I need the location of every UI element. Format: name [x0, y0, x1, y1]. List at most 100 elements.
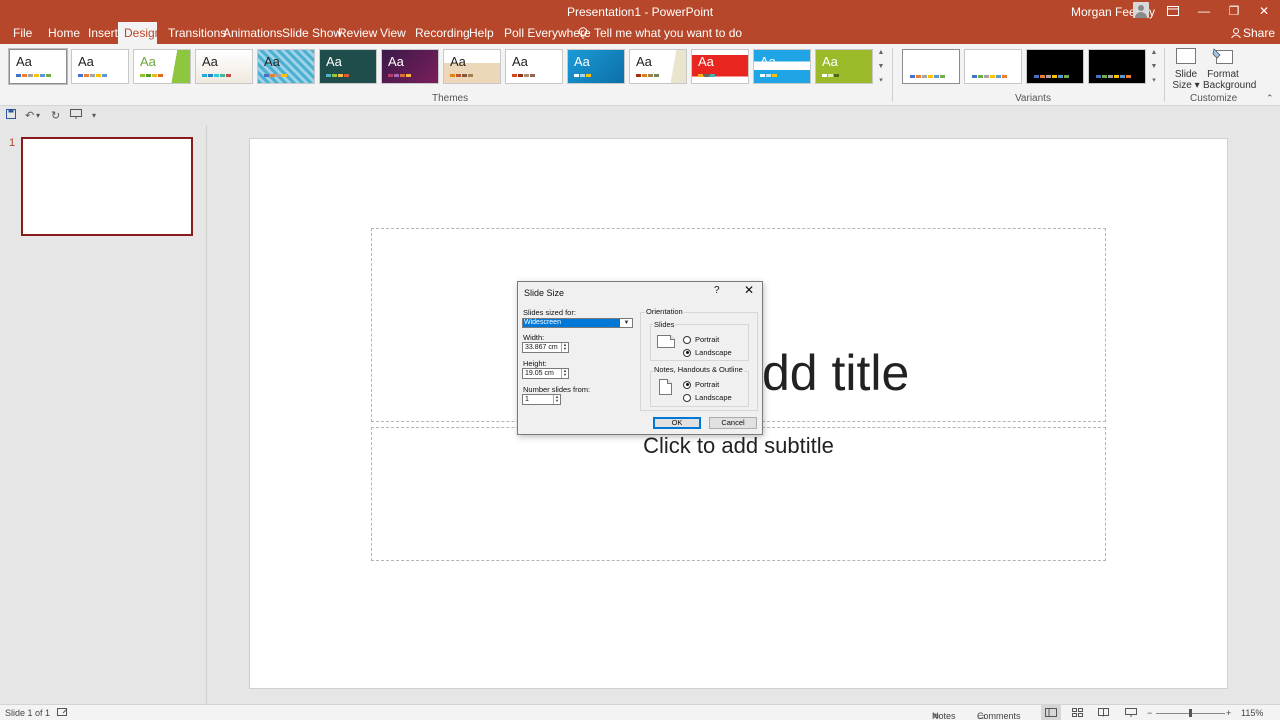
theme-facet[interactable]: Aa [133, 49, 191, 84]
title-bar: Presentation1 - PowerPoint Morgan Feeney… [0, 0, 1280, 44]
slides-landscape-option[interactable]: Landscape [683, 348, 732, 357]
theme-savon[interactable]: Aa [629, 49, 687, 84]
subtitle-placeholder[interactable]: Click to add subtitle [371, 427, 1106, 561]
zoom-out-icon[interactable]: − [1147, 708, 1152, 718]
variant-1[interactable] [902, 49, 960, 84]
theme-wisp[interactable]: Aa [567, 49, 625, 84]
theme-ion-boardroom[interactable]: Aa [319, 49, 377, 84]
title-placeholder-text: dd title [762, 345, 910, 401]
collapse-ribbon-icon[interactable]: ⌃ [1266, 93, 1274, 104]
redo-icon[interactable]: ↻ [51, 109, 60, 122]
slides-portrait-radio[interactable] [683, 335, 691, 344]
slides-portrait-option[interactable]: Portrait [683, 335, 719, 344]
format-background-button[interactable]: Format Background [1203, 46, 1256, 91]
ribbon-display-icon [1167, 6, 1179, 16]
close-button[interactable]: ✕ [1249, 0, 1279, 22]
portrait-page-icon [659, 379, 672, 395]
close-icon: ✕ [1258, 4, 1270, 18]
themes-gallery-scroll[interactable]: ▲ ▼ ▾ [876, 49, 886, 84]
variant-4[interactable] [1088, 49, 1146, 84]
cancel-button[interactable]: Cancel [709, 417, 757, 429]
notes-portrait-option[interactable]: Portrait [683, 380, 719, 389]
tab-insert[interactable]: Insert [84, 22, 122, 44]
theme-ion[interactable]: Aa [257, 49, 315, 84]
variants-gallery-scroll[interactable]: ▲ ▼ ▾ [1149, 49, 1159, 84]
slides-sized-for-select[interactable]: Widescreen ▼ [522, 318, 633, 328]
zoom-level[interactable]: 115% [1241, 708, 1263, 718]
zoom-in-icon[interactable]: + [1226, 708, 1231, 718]
slide-sorter-icon[interactable] [1072, 708, 1083, 719]
theme-office-2[interactable]: Aa [71, 49, 129, 84]
slide-count: Slide 1 of 1 [5, 708, 51, 718]
undo-icon[interactable]: ↶ [25, 109, 34, 122]
slide-size-icon [1176, 48, 1196, 64]
notes-orientation-label: Notes, Handouts & Outline [653, 365, 744, 374]
tell-me-search[interactable]: Tell me what you want to do [578, 22, 742, 44]
format-background-icon [1212, 48, 1233, 64]
theme-office[interactable]: Aa [9, 49, 67, 84]
dialog-close-icon[interactable]: ✕ [741, 283, 757, 297]
dialog-title: Slide Size [524, 288, 565, 298]
ribbon-divider [892, 48, 893, 102]
theme-organic[interactable]: Aa [381, 49, 439, 84]
number-slides-from-value: 1 [525, 396, 529, 403]
customize-qat-icon[interactable]: ▾ [92, 111, 96, 120]
number-slides-from-spinner[interactable]: ▲ ▼ [553, 395, 560, 404]
slide-show-icon[interactable] [1125, 708, 1137, 719]
tab-design[interactable]: Design [118, 22, 161, 44]
tab-file[interactable]: File [9, 22, 36, 44]
tab-view[interactable]: View [376, 22, 410, 44]
ribbon-display-options-button[interactable] [1158, 0, 1188, 22]
notes-portrait-label: Portrait [695, 380, 720, 389]
slides-landscape-radio[interactable] [683, 348, 691, 357]
present-from-start-icon[interactable] [70, 109, 82, 122]
number-slides-from-field[interactable]: 1 ▲ ▼ [522, 394, 561, 405]
slides-orientation-label: Slides [653, 320, 676, 329]
accessibility-icon[interactable] [57, 708, 68, 719]
notes-landscape-option[interactable]: Landscape [683, 393, 732, 402]
width-label: Width: [523, 333, 545, 342]
reading-view-icon[interactable] [1098, 708, 1109, 719]
lightbulb-icon [578, 27, 588, 39]
customize-group-label: Customize [1190, 93, 1238, 104]
restore-button[interactable]: ❐ [1219, 0, 1249, 22]
tab-animations[interactable]: Animations [219, 22, 286, 44]
theme-integral[interactable]: Aa [195, 49, 253, 84]
notes-portrait-radio[interactable] [683, 380, 691, 389]
width-spinner[interactable]: ▲ ▼ [561, 343, 568, 352]
more-icon: ▾ [879, 77, 883, 84]
subtitle-placeholder-text: Click to add subtitle [643, 433, 834, 458]
width-field[interactable]: 33.867 cm ▲ ▼ [522, 342, 569, 353]
slide-size-label-2: Size ▾ [1172, 80, 1200, 91]
tab-home[interactable]: Home [44, 22, 84, 44]
chevron-up-icon: ▲ [1150, 49, 1158, 56]
variant-3[interactable] [1026, 49, 1084, 84]
minimize-icon: — [1198, 4, 1210, 18]
height-spinner[interactable]: ▲ ▼ [561, 369, 568, 378]
slides-sized-for-value: Widescreen [523, 319, 620, 327]
tab-review[interactable]: Review [334, 22, 381, 44]
ribbon-divider [1164, 48, 1165, 102]
avatar[interactable] [1133, 2, 1149, 18]
ok-button[interactable]: OK [653, 417, 701, 429]
share-button[interactable]: Share [1231, 22, 1275, 44]
height-field[interactable]: 19.05 cm ▲ ▼ [522, 368, 569, 379]
chevron-down-icon: ▼ [877, 62, 885, 70]
variant-2[interactable] [964, 49, 1022, 84]
help-icon[interactable]: ? [714, 285, 720, 296]
minimize-button[interactable]: — [1189, 0, 1219, 22]
save-icon[interactable] [6, 109, 16, 122]
zoom-slider-thumb[interactable] [1189, 709, 1192, 717]
width-value: 33.867 cm [525, 344, 558, 351]
theme-slice[interactable]: Aa [505, 49, 563, 84]
theme-retrospect[interactable]: Aa [443, 49, 501, 84]
tab-help[interactable]: Help [465, 22, 498, 44]
theme-berlin[interactable]: Aa [753, 49, 811, 84]
chevron-down-icon: ▼ [623, 320, 630, 326]
slide-size-button[interactable]: Slide Size ▾ [1170, 46, 1202, 91]
theme-dividend[interactable]: Aa [815, 49, 873, 84]
theme-badge[interactable]: Aa [691, 49, 749, 84]
notes-landscape-radio[interactable] [683, 393, 691, 402]
slide-thumbnail[interactable] [21, 137, 193, 236]
undo-dropdown-icon[interactable]: ▾ [36, 111, 40, 120]
